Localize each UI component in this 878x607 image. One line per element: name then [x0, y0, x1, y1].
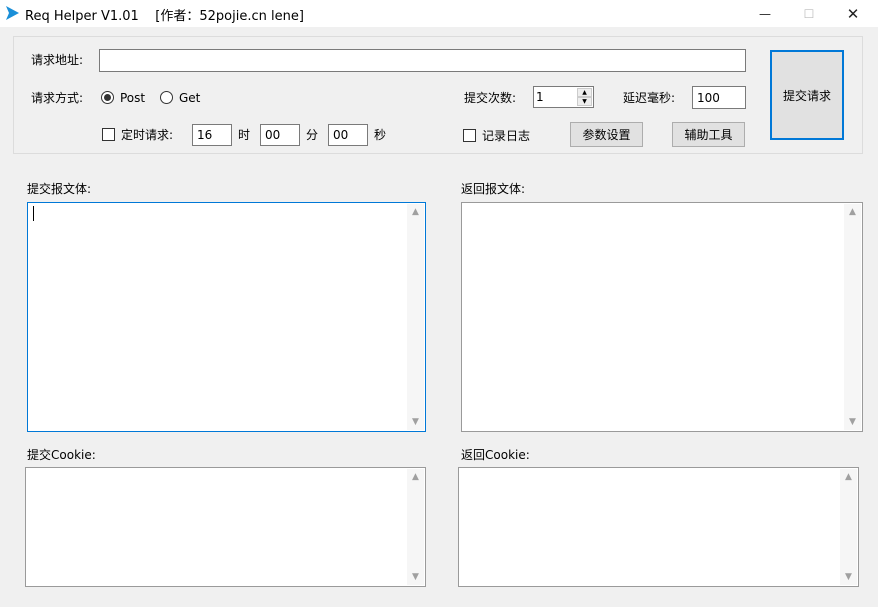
request-body-label: 提交报文体: [27, 182, 92, 196]
request-cookie-textarea[interactable]: ▲ ▼ [25, 467, 426, 587]
hour-input[interactable] [192, 124, 232, 146]
second-unit: 秒 [374, 128, 387, 142]
response-body-label: 返回报文体: [461, 182, 526, 196]
submit-count-input[interactable] [536, 88, 576, 106]
minute-input[interactable] [260, 124, 300, 146]
minute-unit: 分 [306, 128, 319, 142]
delay-input[interactable] [692, 86, 746, 109]
hour-unit: 时 [238, 128, 251, 142]
scroll-down-arrow-icon[interactable]: ▼ [844, 414, 861, 430]
log-checkbox[interactable] [463, 129, 476, 142]
second-input[interactable] [328, 124, 368, 146]
url-label: 请求地址: [31, 53, 84, 67]
spin-down-icon[interactable]: ▼ [577, 97, 592, 106]
scroll-up-arrow-icon[interactable]: ▲ [844, 204, 861, 220]
request-body-textarea[interactable]: ▲ ▼ [27, 202, 426, 432]
response-body-scrollbar[interactable]: ▲ ▼ [844, 204, 861, 430]
request-body-scrollbar[interactable]: ▲ ▼ [407, 204, 424, 430]
params-settings-button[interactable]: 参数设置 [570, 122, 643, 147]
submit-count-label: 提交次数: [464, 91, 517, 105]
submit-count-spinner[interactable]: ▲ ▼ [533, 86, 594, 108]
app-play-icon [6, 6, 19, 20]
minimize-icon: — [759, 6, 771, 21]
scroll-down-arrow-icon[interactable]: ▼ [407, 414, 424, 430]
scroll-down-arrow-icon[interactable]: ▼ [840, 569, 857, 585]
response-cookie-textarea[interactable]: ▲ ▼ [458, 467, 859, 587]
request-cookie-scrollbar[interactable]: ▲ ▼ [407, 469, 424, 585]
minimize-button[interactable]: — [742, 0, 788, 27]
timer-label: 定时请求: [121, 128, 174, 142]
helper-tools-button[interactable]: 辅助工具 [672, 122, 745, 147]
post-radio-label: Post [120, 91, 146, 105]
method-label: 请求方式: [31, 91, 84, 105]
close-icon: ✕ [846, 4, 860, 23]
get-radio-label: Get [179, 91, 201, 105]
request-cookie-label: 提交Cookie: [27, 448, 96, 462]
scroll-down-arrow-icon[interactable]: ▼ [407, 569, 424, 585]
response-cookie-label: 返回Cookie: [461, 448, 530, 462]
window-title: Req Helper V1.01 [作者：52pojie.cn lene] [25, 9, 304, 24]
spin-up-icon[interactable]: ▲ [577, 88, 592, 97]
url-input[interactable] [99, 49, 746, 72]
maximize-icon: ☐ [803, 6, 815, 21]
scroll-up-arrow-icon[interactable]: ▲ [407, 469, 424, 485]
response-body-textarea[interactable]: ▲ ▼ [461, 202, 863, 432]
maximize-button[interactable]: ☐ [786, 0, 832, 27]
timer-checkbox[interactable] [102, 128, 115, 141]
scroll-up-arrow-icon[interactable]: ▲ [407, 204, 424, 220]
text-caret [33, 206, 34, 221]
log-label: 记录日志 [482, 129, 531, 143]
scroll-up-arrow-icon[interactable]: ▲ [840, 469, 857, 485]
close-button[interactable]: ✕ [830, 0, 876, 27]
response-cookie-scrollbar[interactable]: ▲ ▼ [840, 469, 857, 585]
delay-label: 延迟毫秒: [623, 91, 676, 105]
post-radio[interactable] [101, 91, 114, 104]
submit-request-button[interactable]: 提交请求 [770, 50, 844, 140]
get-radio[interactable] [160, 91, 173, 104]
title-bar[interactable]: Req Helper V1.01 [作者：52pojie.cn lene] — … [0, 0, 878, 27]
